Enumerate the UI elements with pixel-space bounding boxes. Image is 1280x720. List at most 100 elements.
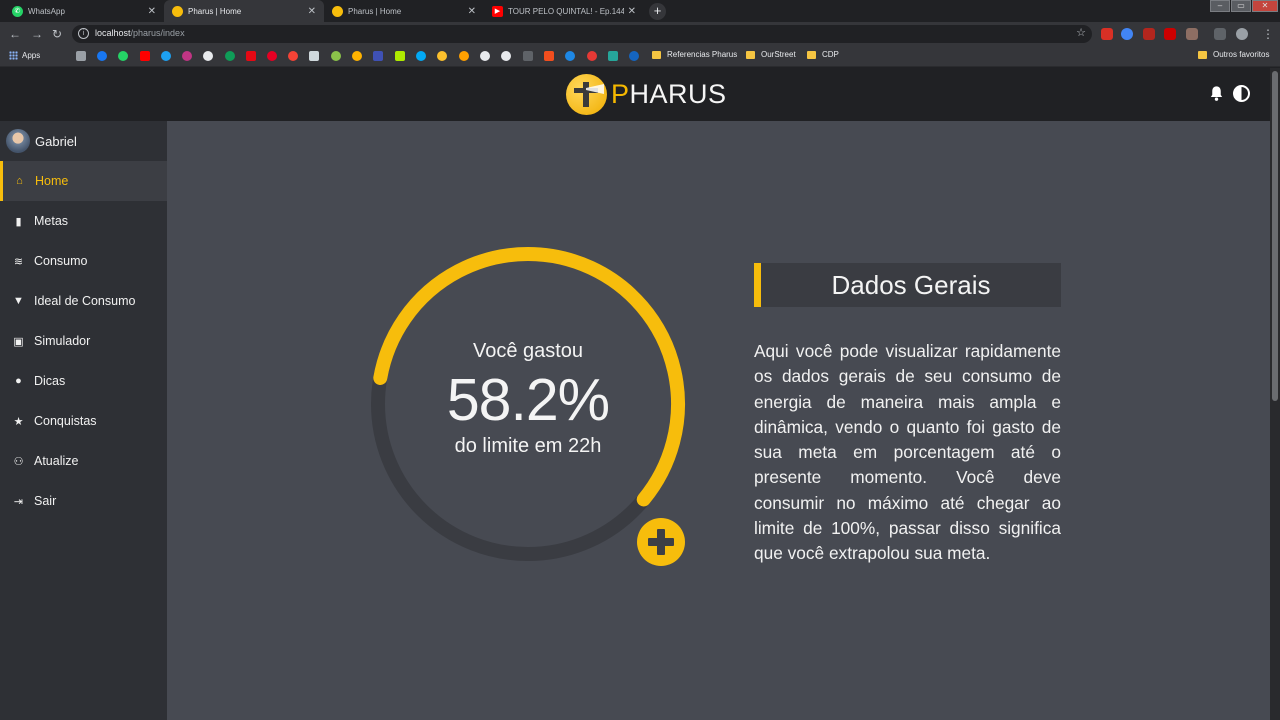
browser-toolbar: ← → ↻ i localhost/pharus/index ☆ ⋮ — [0, 22, 1280, 46]
sidebar-item-sair[interactable]: ⇥ Sair — [0, 481, 167, 521]
facebook-icon[interactable] — [97, 51, 107, 61]
bookmark-icon[interactable] — [352, 51, 362, 61]
bookmark-icon[interactable] — [331, 51, 341, 61]
translate-icon[interactable] — [1121, 28, 1133, 40]
bookmark-folder[interactable]: Referencias Pharus — [652, 50, 737, 59]
back-icon[interactable]: ← — [9, 26, 21, 42]
twitter-icon[interactable] — [161, 51, 171, 61]
whatsapp-icon[interactable] — [118, 51, 128, 61]
scrollbar-thumb[interactable] — [1272, 71, 1278, 401]
info-icon[interactable]: i — [78, 28, 89, 39]
close-tab-icon[interactable]: ✕ — [308, 6, 316, 17]
close-window-icon[interactable]: ✕ — [1252, 0, 1278, 12]
contrast-toggle-icon[interactable] — [1233, 85, 1250, 102]
sidebar-item-ideal-de-consumo[interactable]: ▼ Ideal de Consumo — [0, 281, 167, 321]
gauge-percentage: 58.2% — [446, 367, 610, 433]
bookmark-icon[interactable] — [523, 51, 533, 61]
bookmark-icon[interactable] — [288, 51, 298, 61]
avatar[interactable] — [6, 129, 30, 153]
whatsapp-icon: ✆ — [12, 5, 23, 17]
browser-tab-pharus-active[interactable]: Pharus | Home ✕ — [164, 0, 324, 22]
star-icon: ★ — [13, 415, 24, 428]
bookmark-icon[interactable] — [395, 51, 405, 61]
section-title: Dados Gerais — [754, 263, 1061, 307]
apps-shortcut[interactable]: Apps — [9, 51, 40, 60]
instagram-icon[interactable] — [182, 51, 192, 61]
bookmark-icon[interactable] — [587, 51, 597, 61]
tab-title: TOUR PELO QUINTAL! - Ep.1447 — [508, 6, 624, 16]
sidebar-item-consumo[interactable]: ≋ Consumo — [0, 241, 167, 281]
sidebar-item-label: Simulador — [34, 334, 91, 348]
youtube-icon[interactable] — [140, 51, 150, 61]
sidebar-item-metas[interactable]: ▮ Metas — [0, 201, 167, 241]
bookmark-folder[interactable]: OurStreet — [746, 50, 796, 59]
sidebar-item-home[interactable]: ⌂ Home — [0, 161, 167, 201]
bookmark-icon[interactable] — [373, 51, 383, 61]
bookmark-star-icon[interactable]: ☆ — [1076, 26, 1086, 39]
filter-icon: ▼ — [13, 295, 24, 307]
bookmark-icon[interactable] — [629, 51, 639, 61]
extension-icon[interactable] — [1143, 28, 1155, 40]
browser-tabstrip: ✆ WhatsApp ✕ Pharus | Home ✕ Pharus | Ho… — [0, 0, 1280, 22]
brand-name: PHARUS — [611, 79, 727, 109]
sidebar-item-label: Sair — [34, 494, 57, 508]
extension-icon[interactable] — [1101, 28, 1113, 40]
section-description: Aqui você pode visualizar rapidamente os… — [754, 341, 1061, 564]
sidebar-item-label: Ideal de Consumo — [34, 294, 136, 308]
bookmark-folder-other[interactable]: Outros favoritos — [1198, 50, 1269, 59]
bookmark-icon[interactable] — [416, 51, 426, 61]
lightbulb-icon: ● — [15, 375, 22, 387]
new-tab-button[interactable]: + — [649, 3, 666, 20]
extension-icon[interactable] — [1186, 28, 1198, 40]
address-bar[interactable]: i localhost/pharus/index ☆ — [72, 25, 1092, 43]
maximize-icon[interactable]: ▭ — [1231, 0, 1251, 12]
folder-icon — [652, 50, 661, 59]
pharus-logo[interactable]: PHARUS — [566, 74, 727, 115]
bookmark-icon[interactable] — [437, 51, 447, 61]
netflix-icon[interactable] — [246, 51, 256, 61]
lighthouse-cross-icon — [566, 74, 607, 115]
sidebar-item-conquistas[interactable]: ★ Conquistas — [0, 401, 167, 441]
bell-icon[interactable] — [1208, 85, 1225, 102]
bookmark-icon[interactable] — [309, 51, 319, 61]
figma-icon[interactable] — [544, 51, 554, 61]
extension-icon[interactable] — [1164, 28, 1176, 40]
bookmark-icon[interactable] — [501, 51, 511, 61]
sidebar-item-dicas[interactable]: ● Dicas — [0, 361, 167, 401]
sidebar-item-label: Conquistas — [34, 414, 97, 428]
url-text[interactable]: localhost/pharus/index — [95, 28, 185, 38]
sidebar: Gabriel ⌂ Home ▮ Metas ≋ Consumo ▼ Ideal… — [0, 121, 167, 720]
sign-out-icon: ⇥ — [13, 495, 24, 508]
browser-tab-youtube[interactable]: ▶ TOUR PELO QUINTAL! - Ep.1447 ✕ — [484, 0, 644, 22]
profile-avatar[interactable] — [1236, 28, 1248, 40]
playlist-icon[interactable] — [1214, 28, 1226, 40]
pinterest-icon[interactable] — [267, 51, 277, 61]
close-tab-icon[interactable]: ✕ — [148, 6, 156, 17]
browser-tab-whatsapp[interactable]: ✆ WhatsApp ✕ — [4, 0, 164, 22]
browser-tab-pharus[interactable]: Pharus | Home ✕ — [324, 0, 484, 22]
menu-dots-icon[interactable]: ⋮ — [1262, 26, 1274, 42]
bookmark-icon[interactable] — [76, 51, 86, 61]
pharus-icon — [172, 5, 183, 17]
tab-title: WhatsApp — [28, 6, 65, 16]
github-icon[interactable] — [480, 51, 490, 61]
bookmark-icon[interactable] — [565, 51, 575, 61]
add-consumption-button[interactable] — [637, 518, 685, 566]
minimize-icon[interactable]: – — [1210, 0, 1230, 12]
apps-grid-icon — [9, 51, 18, 60]
sidebar-item-simulador[interactable]: ▣ Simulador — [0, 321, 167, 361]
bookmark-icon[interactable] — [459, 51, 469, 61]
sidebar-item-atualize[interactable]: ⚇ Atualize — [0, 441, 167, 481]
forward-icon[interactable]: → — [31, 26, 43, 42]
close-tab-icon[interactable]: ✕ — [468, 6, 476, 17]
page-scrollbar[interactable] — [1270, 68, 1280, 720]
reload-icon[interactable]: ↻ — [52, 26, 62, 42]
gauge-caption: Você gastou — [472, 340, 584, 362]
bookmark-folder[interactable]: CDP — [807, 50, 839, 59]
close-tab-icon[interactable]: ✕ — [628, 6, 636, 17]
drive-icon[interactable] — [225, 51, 235, 61]
folder-icon — [807, 50, 816, 59]
user-profile[interactable]: Gabriel — [0, 121, 167, 161]
bookmark-icon[interactable] — [608, 51, 618, 61]
google-icon[interactable] — [203, 51, 213, 61]
